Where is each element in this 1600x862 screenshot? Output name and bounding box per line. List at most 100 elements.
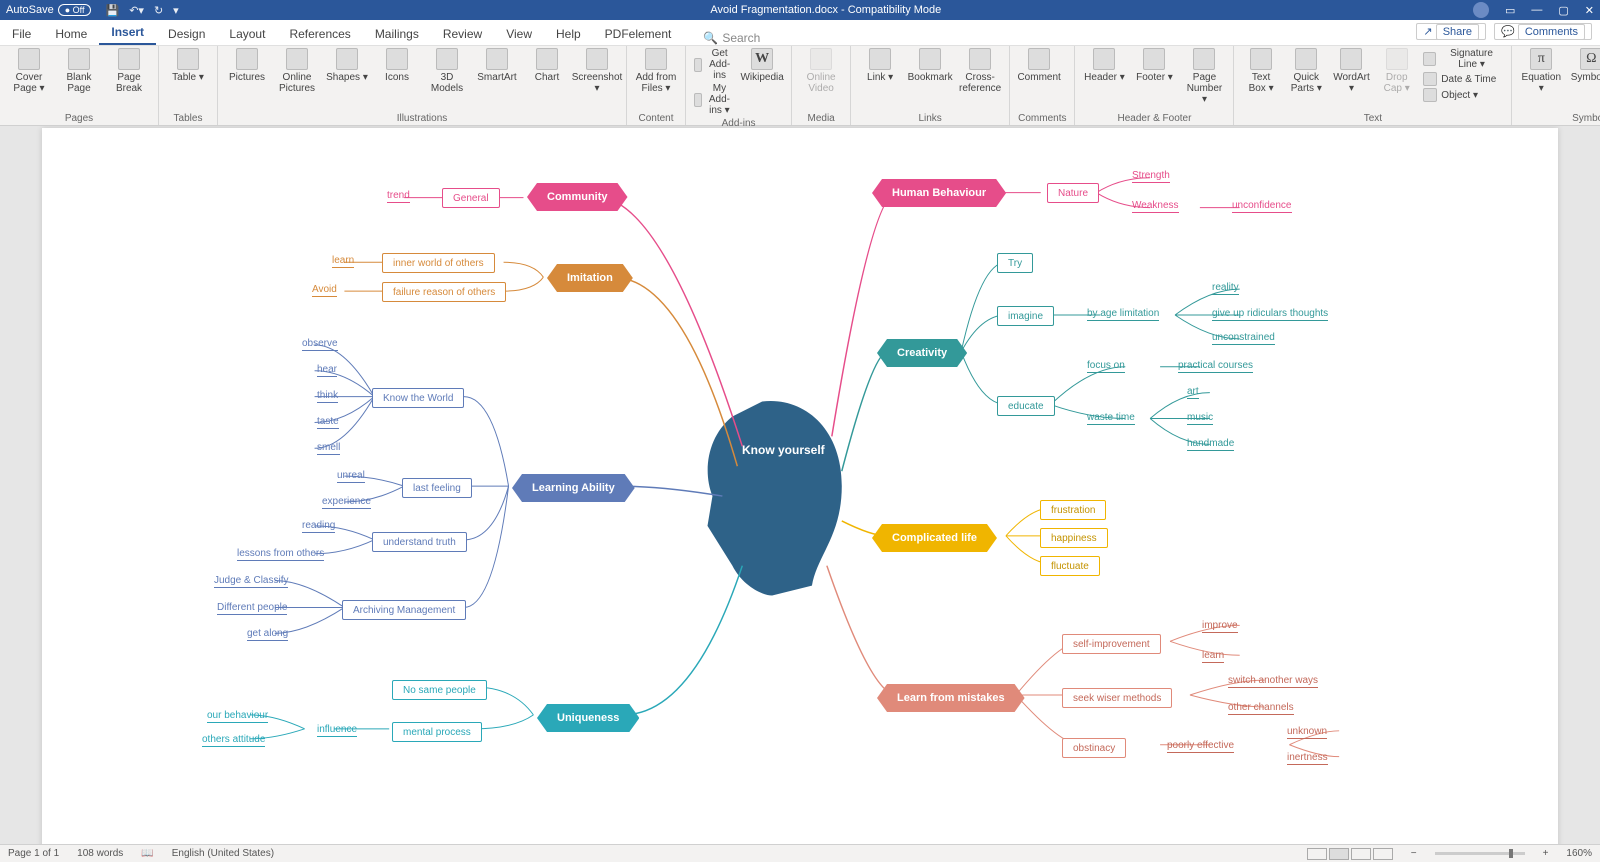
node-learning: Learning Ability bbox=[512, 474, 635, 502]
maximize-icon[interactable]: ▢ bbox=[1558, 4, 1568, 17]
leaf-channels: other channels bbox=[1228, 702, 1294, 715]
chart-button[interactable]: Chart bbox=[526, 48, 568, 83]
header-button[interactable]: Header ▾ bbox=[1083, 48, 1125, 83]
leaf-handmade: handmade bbox=[1187, 438, 1234, 451]
group-links: Links bbox=[859, 111, 1001, 124]
pictures-button[interactable]: Pictures bbox=[226, 48, 268, 83]
group-header-footer: Header & Footer bbox=[1083, 111, 1225, 124]
equation-button[interactable]: πEquation ▾ bbox=[1520, 48, 1562, 94]
blank-page-button[interactable]: Blank Page bbox=[58, 48, 100, 94]
icons-button[interactable]: Icons bbox=[376, 48, 418, 83]
zoom-out-button[interactable]: − bbox=[1411, 848, 1417, 859]
add-from-files-button[interactable]: Add from Files ▾ bbox=[635, 48, 677, 94]
page-number-button[interactable]: Page Number ▾ bbox=[1183, 48, 1225, 105]
tab-view[interactable]: View bbox=[494, 23, 544, 45]
link-button[interactable]: Link ▾ bbox=[859, 48, 901, 83]
screenshot-button[interactable]: Screenshot ▾ bbox=[576, 48, 618, 94]
table-button[interactable]: Table ▾ bbox=[167, 48, 209, 83]
shapes-button[interactable]: Shapes ▾ bbox=[326, 48, 368, 83]
tab-layout[interactable]: Layout bbox=[217, 23, 277, 45]
node-nature: Nature bbox=[1047, 183, 1099, 203]
bookmark-button[interactable]: Bookmark bbox=[909, 48, 951, 83]
cross-reference-button[interactable]: Cross-reference bbox=[959, 48, 1001, 94]
leaf-influence: influence bbox=[317, 724, 357, 737]
date-time-button[interactable]: Date & Time bbox=[1423, 72, 1503, 86]
node-creativity: Creativity bbox=[877, 339, 967, 367]
3d-models-button[interactable]: 3D Models bbox=[426, 48, 468, 94]
tab-home[interactable]: Home bbox=[43, 23, 99, 45]
redo-icon[interactable]: ↻ bbox=[154, 4, 163, 17]
status-language[interactable]: English (United States) bbox=[172, 848, 274, 859]
close-icon[interactable]: ✕ bbox=[1585, 4, 1594, 17]
leaf-unconstrained: unconstrained bbox=[1212, 332, 1275, 345]
leaf-our-behaviour: our behaviour bbox=[207, 710, 268, 723]
get-addins-button[interactable]: Get Add-ins bbox=[694, 48, 733, 81]
tab-pdfelement[interactable]: PDFelement bbox=[593, 23, 684, 45]
tab-references[interactable]: References bbox=[277, 23, 362, 45]
wordart-button[interactable]: WordArt ▾ bbox=[1333, 48, 1370, 94]
undo-icon[interactable]: ↶▾ bbox=[129, 4, 144, 17]
tab-mailings[interactable]: Mailings bbox=[363, 23, 431, 45]
user-avatar-icon[interactable] bbox=[1473, 2, 1489, 18]
leaf-weakness: Weakness bbox=[1132, 200, 1179, 213]
node-human: Human Behaviour bbox=[872, 179, 1006, 207]
tab-help[interactable]: Help bbox=[544, 23, 593, 45]
qat-more-icon[interactable]: ▾ bbox=[173, 4, 179, 17]
page-break-button[interactable]: Page Break bbox=[108, 48, 150, 94]
symbol-button[interactable]: ΩSymbol ▾ bbox=[1570, 48, 1600, 83]
leaf-frustration: frustration bbox=[1040, 500, 1106, 520]
object-button[interactable]: Object ▾ bbox=[1423, 88, 1503, 102]
leaf-experience: experience bbox=[322, 496, 371, 509]
node-try: Try bbox=[997, 253, 1033, 273]
cover-page-button[interactable]: Cover Page ▾ bbox=[8, 48, 50, 94]
leaf-avoid: Avoid bbox=[312, 284, 337, 297]
leaf-getalong: get along bbox=[247, 628, 288, 641]
leaf-practical: practical courses bbox=[1178, 360, 1253, 373]
tab-review[interactable]: Review bbox=[431, 23, 494, 45]
node-imagine: imagine bbox=[997, 306, 1054, 326]
ribbon-display-icon[interactable]: ▭ bbox=[1505, 4, 1515, 17]
leaf-lessons: lessons from others bbox=[237, 548, 324, 561]
tell-me-search[interactable]: 🔍Search bbox=[703, 31, 760, 45]
node-mistakes: Learn from mistakes bbox=[877, 684, 1025, 712]
status-words[interactable]: 108 words bbox=[77, 848, 123, 859]
group-text: Text bbox=[1242, 111, 1503, 124]
node-last-feeling: last feeling bbox=[402, 478, 472, 498]
zoom-level[interactable]: 160% bbox=[1566, 848, 1592, 859]
zoom-slider[interactable] bbox=[1435, 852, 1525, 855]
signature-line-button[interactable]: Signature Line ▾ bbox=[1423, 48, 1503, 70]
smartart-button[interactable]: SmartArt bbox=[476, 48, 518, 83]
node-know-world: Know the World bbox=[372, 388, 464, 408]
comment-button[interactable]: Comment bbox=[1018, 48, 1060, 83]
minimize-icon[interactable]: — bbox=[1531, 4, 1542, 16]
wikipedia-button[interactable]: WWikipedia bbox=[741, 48, 783, 83]
leaf-smell: smell bbox=[317, 442, 340, 455]
node-obstinacy: obstinacy bbox=[1062, 738, 1126, 758]
tab-file[interactable]: File bbox=[0, 23, 43, 45]
save-icon[interactable]: 💾 bbox=[105, 4, 119, 17]
footer-button[interactable]: Footer ▾ bbox=[1133, 48, 1175, 83]
leaf-waste: waste time bbox=[1087, 412, 1135, 425]
quick-parts-button[interactable]: Quick Parts ▾ bbox=[1288, 48, 1325, 94]
text-box-button[interactable]: Text Box ▾ bbox=[1242, 48, 1279, 94]
comments-button[interactable]: 💬 Comments bbox=[1494, 23, 1592, 40]
tab-design[interactable]: Design bbox=[156, 23, 217, 45]
node-educate: educate bbox=[997, 396, 1055, 416]
node-general: General bbox=[442, 188, 500, 208]
view-buttons[interactable] bbox=[1307, 848, 1393, 860]
spellcheck-icon[interactable]: 📖 bbox=[141, 848, 153, 859]
leaf-others-attitude: others attitude bbox=[202, 734, 265, 747]
tab-insert[interactable]: Insert bbox=[99, 21, 156, 45]
status-page[interactable]: Page 1 of 1 bbox=[8, 848, 59, 859]
drop-cap-button: Drop Cap ▾ bbox=[1378, 48, 1415, 94]
share-button[interactable]: ↗ Share bbox=[1416, 23, 1486, 40]
online-pictures-button[interactable]: Online Pictures bbox=[276, 48, 318, 94]
autosave-toggle[interactable]: ● Off bbox=[58, 4, 92, 16]
zoom-in-button[interactable]: + bbox=[1543, 848, 1549, 859]
my-addins-button[interactable]: My Add-ins ▾ bbox=[694, 83, 733, 116]
title-bar: AutoSave ● Off 💾 ↶▾ ↻ ▾ Avoid Fragmentat… bbox=[0, 0, 1600, 20]
leaf-focus: focus on bbox=[1087, 360, 1125, 373]
leaf-improve: improve bbox=[1202, 620, 1238, 633]
leaf-different: Different people bbox=[217, 602, 287, 615]
document-area[interactable]: Know yourself Community General trend Im… bbox=[0, 126, 1600, 844]
